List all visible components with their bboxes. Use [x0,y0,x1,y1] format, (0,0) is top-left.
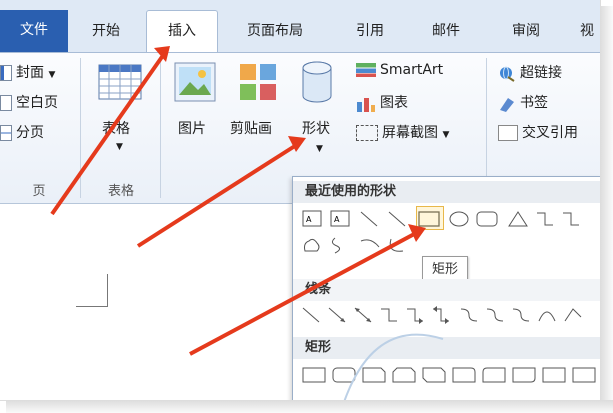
smartart-button[interactable]: SmartArt [356,62,443,78]
ribbon-tab-bar: 文件 开始 插入 页面布局 引用 邮件 审阅 视 [0,0,600,55]
table-icon [98,64,142,100]
screenshot-label: 屏幕截图 [382,125,438,141]
hyperlink-label: 超链接 [520,65,562,81]
chevron-down-icon: ▼ [48,70,56,80]
clip-art-button[interactable]: 剪贴画 [230,118,272,138]
frame-shadow [600,6,613,413]
tab-home[interactable]: 开始 [80,14,132,52]
frame-shadow [6,400,613,413]
cross-reference-button[interactable]: 交叉引用 [498,122,578,142]
bookmark-button[interactable]: 书签 [498,92,548,112]
blank-page-label: 空白页 [16,95,58,111]
cover-page-label: 封面 [16,65,44,81]
word-window: 文件 开始 插入 页面布局 引用 邮件 审阅 视 封面 ▼ 空白页 分页 页 表… [0,0,601,401]
page-corner-mark [76,306,108,307]
chevron-down-icon: ▼ [116,142,123,152]
shapes-button[interactable]: 形状 [302,118,330,138]
screenshot-icon [356,125,378,141]
clip-art-icon [238,62,278,102]
tab-review[interactable]: 审阅 [500,14,552,52]
picture-icon [174,62,216,102]
group-separator [160,58,161,198]
tab-page-layout[interactable]: 页面布局 [232,14,318,52]
blank-page-icon [0,95,12,111]
page-break-icon [0,125,12,141]
tab-file[interactable]: 文件 [0,10,68,52]
line-shapes-row [299,305,599,327]
chart-label: 图表 [380,95,408,111]
tab-view[interactable]: 视 [572,14,600,52]
cover-page-icon [0,65,12,81]
chart-icon [356,96,376,112]
picture-button[interactable]: 图片 [178,118,206,138]
cover-page-button[interactable]: 封面 ▼ [0,62,55,82]
rectangle-shape-option[interactable] [416,206,444,230]
page-break-label: 分页 [16,125,44,141]
tab-references[interactable]: 引用 [344,14,396,52]
preview-arc [343,333,444,400]
tables-group-label: 表格 [107,184,134,199]
group-separator [80,58,81,198]
pages-group-label: 页 [32,184,46,199]
recent-shapes-row: A A [299,209,599,231]
svg-text:A: A [306,215,312,224]
hyperlink-button[interactable]: 超链接 [498,62,562,82]
cross-reference-label: 交叉引用 [522,125,578,141]
lines-header: 线条 [293,279,600,301]
bookmark-icon [498,96,516,112]
blank-page-button[interactable]: 空白页 [0,92,58,112]
chevron-down-icon: ▼ [316,144,323,154]
page-break-button[interactable]: 分页 [0,122,44,142]
shapes-icon [300,60,334,104]
hyperlink-icon [498,66,516,82]
tab-insert[interactable]: 插入 [146,10,218,55]
bookmark-label: 书签 [520,95,548,111]
table-button[interactable]: 表格 [102,118,130,138]
tab-mailings[interactable]: 邮件 [420,14,472,52]
smartart-icon [356,63,376,77]
page-corner-mark [107,274,108,307]
shapes-dropdown: 最近使用的形状 A A 矩形 线条 矩形 [292,176,600,400]
svg-text:A: A [334,215,340,224]
chart-button[interactable]: 图表 [356,92,408,112]
smartart-label: SmartArt [380,62,444,78]
recent-shapes-header: 最近使用的形状 [293,181,600,203]
screenshot-button[interactable]: 屏幕截图 ▼ [356,122,449,142]
cross-reference-icon [498,125,518,141]
chevron-down-icon: ▼ [442,130,450,140]
recent-shapes-row [299,235,599,257]
